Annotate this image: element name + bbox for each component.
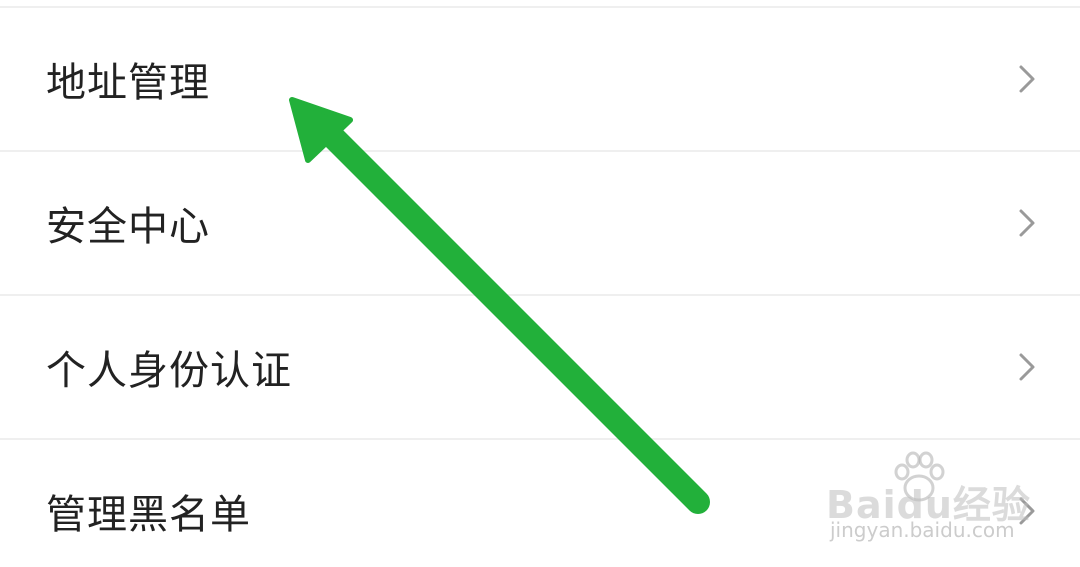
menu-item-label: 地址管理 — [46, 60, 210, 106]
settings-menu-list: 地址管理 安全中心 个人身份认证 管理黑名单 — [0, 8, 1080, 567]
menu-item-blacklist-management[interactable]: 管理黑名单 — [0, 440, 1080, 567]
menu-item-address-management[interactable]: 地址管理 — [0, 8, 1080, 152]
chevron-right-icon — [1018, 352, 1036, 382]
menu-item-security-center[interactable]: 安全中心 — [0, 152, 1080, 296]
menu-item-label: 管理黑名单 — [46, 492, 251, 538]
menu-item-identity-verification[interactable]: 个人身份认证 — [0, 296, 1080, 440]
settings-page: 地址管理 安全中心 个人身份认证 管理黑名单 Baidu经验 jingyan.b… — [0, 0, 1080, 567]
chevron-right-icon — [1018, 496, 1036, 526]
chevron-right-icon — [1018, 208, 1036, 238]
menu-item-label: 安全中心 — [46, 204, 210, 250]
menu-item-label: 个人身份认证 — [46, 348, 292, 394]
chevron-right-icon — [1018, 64, 1036, 94]
